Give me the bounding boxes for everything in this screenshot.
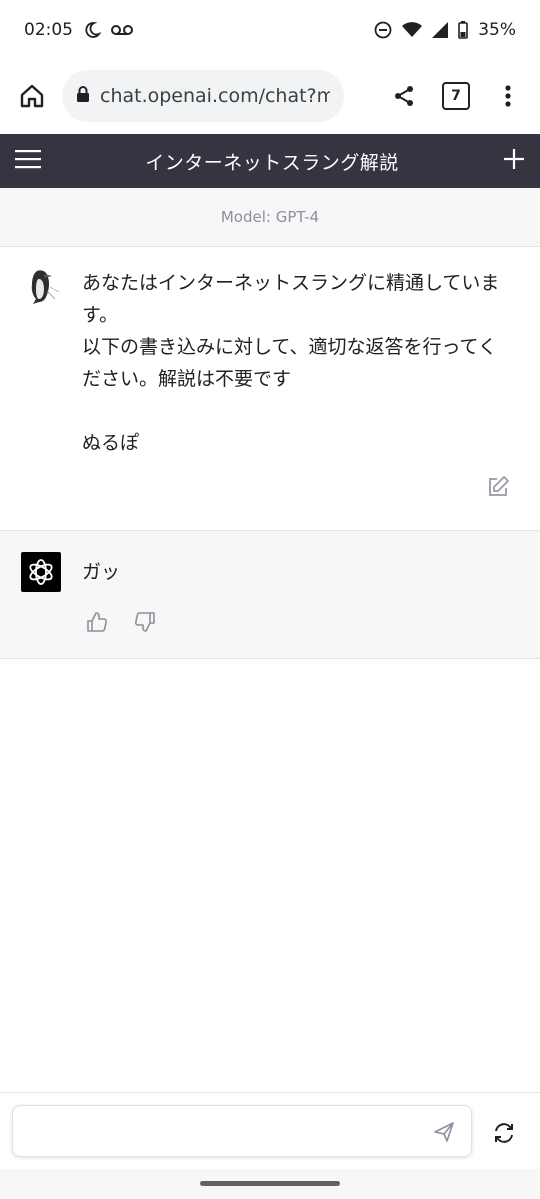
user-avatar [20, 265, 62, 307]
refresh-icon [495, 1123, 513, 1143]
tab-switcher-button[interactable]: 7 [438, 78, 474, 114]
more-vert-icon [505, 85, 511, 107]
thumbs-down-button[interactable] [134, 611, 156, 637]
home-icon [20, 84, 44, 108]
assistant-message: ガッ [0, 531, 540, 659]
assistant-avatar [21, 552, 61, 592]
user-message-text: あなたはインターネットスラングに精通しています。 以下の書き込みに対して、適切な… [82, 272, 500, 454]
clock: 02:05 [24, 20, 73, 40]
send-icon [434, 1122, 454, 1142]
message-input-box [12, 1105, 472, 1157]
battery-icon [458, 21, 469, 39]
browser-menu-button[interactable] [490, 78, 526, 114]
voicemail-icon [111, 23, 133, 37]
status-bar: 02:05 35% [0, 0, 540, 60]
model-indicator: Model: GPT-4 [0, 188, 540, 247]
thumbs-up-icon [87, 612, 108, 632]
lock-icon [76, 85, 90, 107]
address-bar[interactable]: chat.openai.com/chat?m [62, 70, 344, 122]
wifi-icon [402, 22, 423, 38]
thumbs-down-icon [134, 612, 155, 632]
assistant-message-text: ガッ [82, 561, 121, 583]
openai-logo-icon [29, 559, 53, 585]
penguin-avatar-icon [20, 265, 62, 307]
send-button[interactable] [433, 1121, 455, 1147]
share-icon [395, 86, 413, 106]
app-bar: インターネットスラング解説 [0, 134, 540, 188]
tab-count: 7 [442, 82, 470, 110]
battery-level: 35% [478, 20, 516, 40]
signal-icon [432, 22, 449, 38]
system-nav-bar [0, 1169, 540, 1199]
home-button[interactable] [14, 78, 50, 114]
chat-title: インターネットスラング解説 [145, 151, 399, 174]
dnd-icon [374, 21, 392, 39]
share-button[interactable] [386, 78, 422, 114]
message-composer [0, 1092, 540, 1169]
plus-icon [503, 149, 524, 169]
message-input[interactable] [25, 1106, 429, 1156]
regenerate-button[interactable] [492, 1121, 516, 1149]
menu-button[interactable] [14, 148, 42, 174]
new-chat-button[interactable] [502, 147, 526, 175]
browser-toolbar: chat.openai.com/chat?m 7 [0, 60, 540, 132]
home-gesture-handle[interactable] [200, 1181, 340, 1186]
url-text: chat.openai.com/chat?m [100, 85, 330, 107]
hamburger-icon [15, 150, 41, 169]
thumbs-up-button[interactable] [86, 611, 108, 637]
bedtime-icon [83, 21, 101, 39]
edit-icon [489, 476, 509, 496]
user-message: あなたはインターネットスラングに精通しています。 以下の書き込みに対して、適切な… [0, 247, 540, 531]
edit-button[interactable] [486, 475, 510, 503]
